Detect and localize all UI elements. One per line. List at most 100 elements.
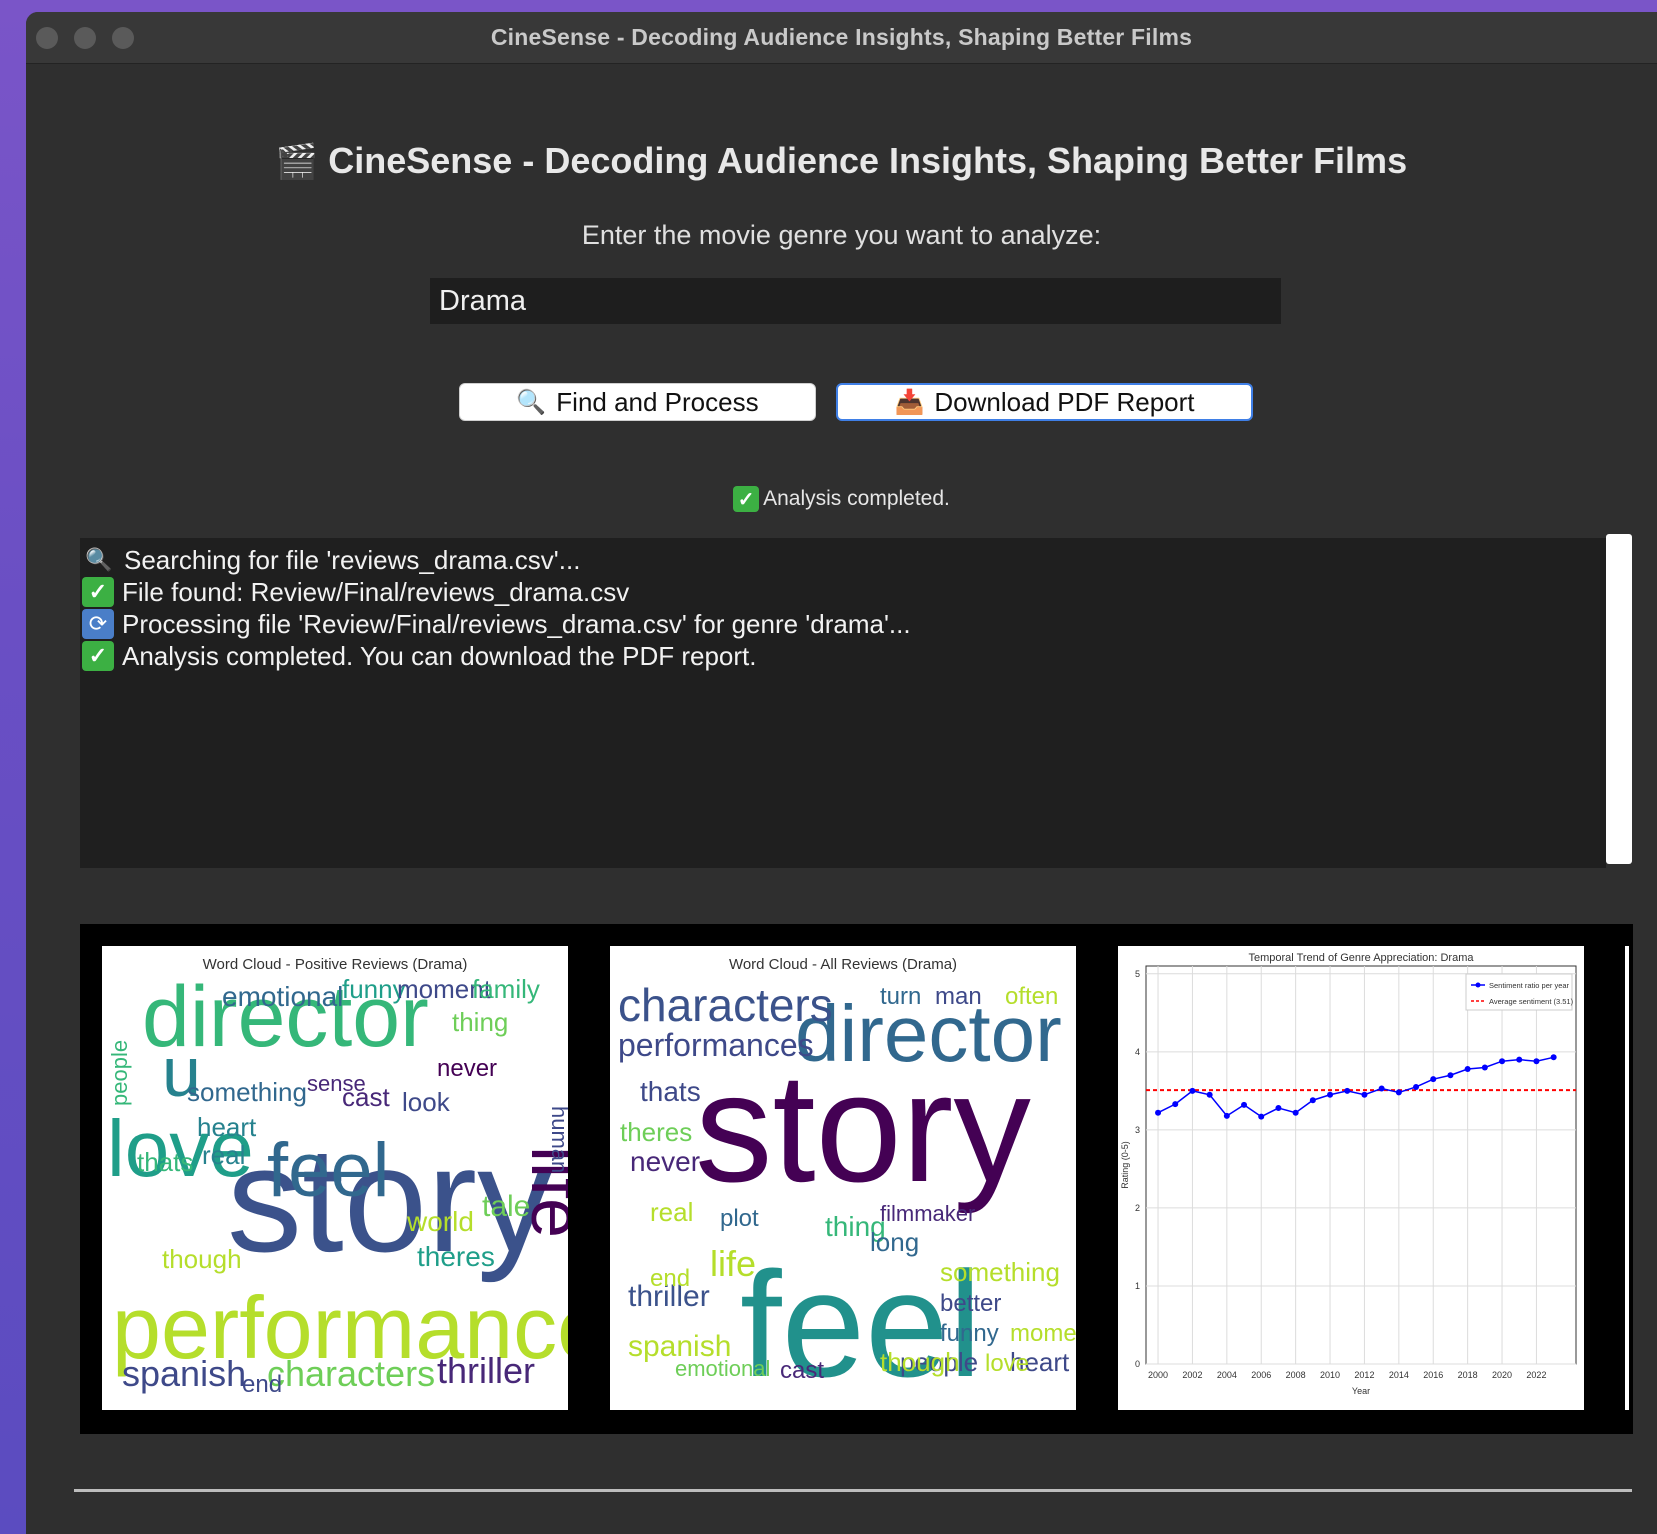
wordcloud-word: theres bbox=[620, 1117, 692, 1147]
wordcloud-word: moment bbox=[1010, 1320, 1076, 1347]
chart-title: Temporal Trend of Genre Appreciation: Dr… bbox=[1248, 952, 1474, 964]
wordcloud-word: emotional bbox=[675, 1356, 770, 1381]
legend-marker-sentiment bbox=[1475, 982, 1481, 988]
log-line-text: File found: Review/Final/reviews_drama.c… bbox=[122, 576, 630, 607]
sentiment-point bbox=[1550, 1054, 1557, 1061]
wordcloud-all-title: Word Cloud - All Reviews (Drama) bbox=[728, 956, 958, 973]
title-bar: CineSense - Decoding Audience Insights, … bbox=[26, 12, 1657, 64]
wordcloud-word: never bbox=[630, 1146, 700, 1177]
window-controls bbox=[36, 27, 134, 49]
sentiment-point bbox=[1430, 1076, 1437, 1083]
sentiment-point bbox=[1516, 1056, 1523, 1063]
sentiment-point bbox=[1309, 1097, 1316, 1104]
wordcloud-word: love bbox=[985, 1350, 1029, 1377]
log-line-text: Searching for file 'reviews_drama.csv'..… bbox=[124, 544, 581, 575]
y-axis-label: Rating (0-5) bbox=[1120, 1141, 1130, 1189]
close-window-button[interactable] bbox=[36, 27, 58, 49]
legend-label-average: Average sentiment (3.51) bbox=[1489, 997, 1574, 1006]
sentiment-point bbox=[1258, 1113, 1265, 1120]
log-line: ✓ File found: Review/Final/reviews_drama… bbox=[82, 576, 1606, 608]
wordcloud-word: tale bbox=[482, 1190, 530, 1223]
sentiment-point bbox=[1361, 1091, 1368, 1098]
wordcloud-word: human bbox=[547, 1106, 568, 1173]
y-tick-label: 1 bbox=[1135, 1281, 1140, 1291]
wordcloud-all-panel: story feel director characters performances t… bbox=[610, 946, 1076, 1410]
wordcloud-word: never bbox=[437, 1055, 497, 1082]
sync-icon: ⟳ bbox=[82, 609, 114, 639]
wordcloud-word: life bbox=[710, 1243, 756, 1284]
window-title: CineSense - Decoding Audience Insights, … bbox=[490, 24, 1193, 50]
wordcloud-positive-title: Word Cloud - Positive Reviews (Drama) bbox=[202, 956, 468, 973]
wordcloud-word: look bbox=[402, 1087, 451, 1117]
wordcloud-word: theres bbox=[417, 1241, 495, 1272]
sentiment-point bbox=[1241, 1101, 1248, 1108]
wordcloud-word: performances bbox=[618, 1027, 814, 1063]
wordcloud-word: better bbox=[940, 1290, 1001, 1317]
app-window: CineSense - Decoding Audience Insights, … bbox=[26, 12, 1657, 1534]
genre-input[interactable] bbox=[430, 278, 1281, 324]
x-tick-label: 2020 bbox=[1492, 1370, 1512, 1380]
log-line-text: Analysis completed. You can download the… bbox=[122, 640, 757, 671]
wordcloud-word: family bbox=[472, 974, 540, 1004]
x-tick-label: 2006 bbox=[1251, 1370, 1271, 1380]
log-line: ✓ Analysis completed. You can download t… bbox=[82, 640, 1606, 672]
download-pdf-report-button[interactable]: 📥 Download PDF Report bbox=[836, 383, 1253, 421]
wordcloud-word: something bbox=[187, 1077, 307, 1107]
find-and-process-button[interactable]: 🔍 Find and Process bbox=[459, 383, 816, 421]
sentiment-series-line bbox=[1157, 1056, 1554, 1118]
sentiment-point bbox=[1447, 1072, 1454, 1079]
wordcloud-word: real bbox=[650, 1197, 693, 1227]
x-tick-label: 2004 bbox=[1217, 1370, 1237, 1380]
wordcloud-word: world bbox=[406, 1206, 474, 1237]
wordcloud-word: heart bbox=[197, 1112, 257, 1142]
sentiment-point bbox=[1481, 1064, 1488, 1071]
gallery-scrollbar[interactable] bbox=[74, 1489, 1632, 1492]
trend-chart: Temporal Trend of Genre Appreciation: Dr… bbox=[1120, 952, 1577, 1396]
sentiment-point bbox=[1155, 1109, 1162, 1116]
wordcloud-word: feel bbox=[267, 1128, 390, 1213]
sentiment-point bbox=[1464, 1066, 1471, 1073]
y-tick-label: 0 bbox=[1135, 1359, 1140, 1369]
inbox-tray-icon: 📥 bbox=[894, 388, 925, 416]
log-output[interactable]: 🔍 Searching for file 'reviews_drama.csv'… bbox=[80, 534, 1632, 868]
wordcloud-word: long bbox=[870, 1227, 919, 1257]
wordcloud-word: something bbox=[940, 1257, 1060, 1287]
check-icon: ✓ bbox=[82, 577, 114, 607]
x-tick-label: 2010 bbox=[1320, 1370, 1340, 1380]
wordcloud-word: spanish bbox=[122, 1353, 246, 1394]
page-title-row: 🎬 CineSense - Decoding Audience Insights,… bbox=[26, 140, 1657, 182]
status-text: Analysis completed. bbox=[763, 487, 950, 510]
sentiment-point bbox=[1292, 1109, 1299, 1116]
magnifier-icon: 🔍 bbox=[516, 388, 547, 416]
x-tick-label: 2018 bbox=[1458, 1370, 1478, 1380]
y-tick-label: 4 bbox=[1135, 1047, 1140, 1057]
wordcloud-positive: storyperformancesdirectorlovelifefeelusp… bbox=[107, 969, 568, 1398]
wordcloud-word: turn bbox=[880, 983, 921, 1010]
find-and-process-label: Find and Process bbox=[556, 386, 759, 417]
minimize-window-button[interactable] bbox=[74, 27, 96, 49]
sentiment-point bbox=[1206, 1091, 1213, 1098]
sentiment-point bbox=[1395, 1089, 1402, 1096]
wordcloud-all: storyfeeldirectorcharactersperformancest… bbox=[618, 979, 1076, 1408]
y-tick-label: 3 bbox=[1135, 1125, 1140, 1135]
wordcloud-word: real bbox=[202, 1140, 245, 1170]
wordcloud-word: thats bbox=[137, 1147, 193, 1177]
page-title: CineSense - Decoding Audience Insights, … bbox=[328, 140, 1408, 181]
log-scrollbar[interactable] bbox=[1606, 534, 1632, 864]
wordcloud-word: filmmaker bbox=[880, 1201, 975, 1226]
x-tick-label: 2000 bbox=[1148, 1370, 1168, 1380]
results-gallery[interactable]: storyperformancesdirectorlovelifefeelusp… bbox=[80, 924, 1633, 1434]
wordcloud-word: thats bbox=[640, 1076, 701, 1107]
sentiment-point bbox=[1533, 1058, 1540, 1065]
zoom-window-button[interactable] bbox=[112, 27, 134, 49]
sentiment-point bbox=[1499, 1058, 1506, 1065]
wordcloud-word: people bbox=[107, 1040, 132, 1106]
wordcloud-word: man bbox=[935, 983, 982, 1010]
next-image-edge bbox=[1625, 946, 1629, 1410]
magnifier-icon: 🔍 bbox=[85, 547, 113, 572]
check-icon: ✓ bbox=[82, 641, 114, 671]
wordcloud-word: cast bbox=[780, 1357, 824, 1384]
log-line: 🔍 Searching for file 'reviews_drama.csv'… bbox=[82, 544, 1606, 576]
wordcloud-word: sense bbox=[307, 1071, 366, 1096]
wordcloud-word: characters bbox=[618, 979, 833, 1031]
